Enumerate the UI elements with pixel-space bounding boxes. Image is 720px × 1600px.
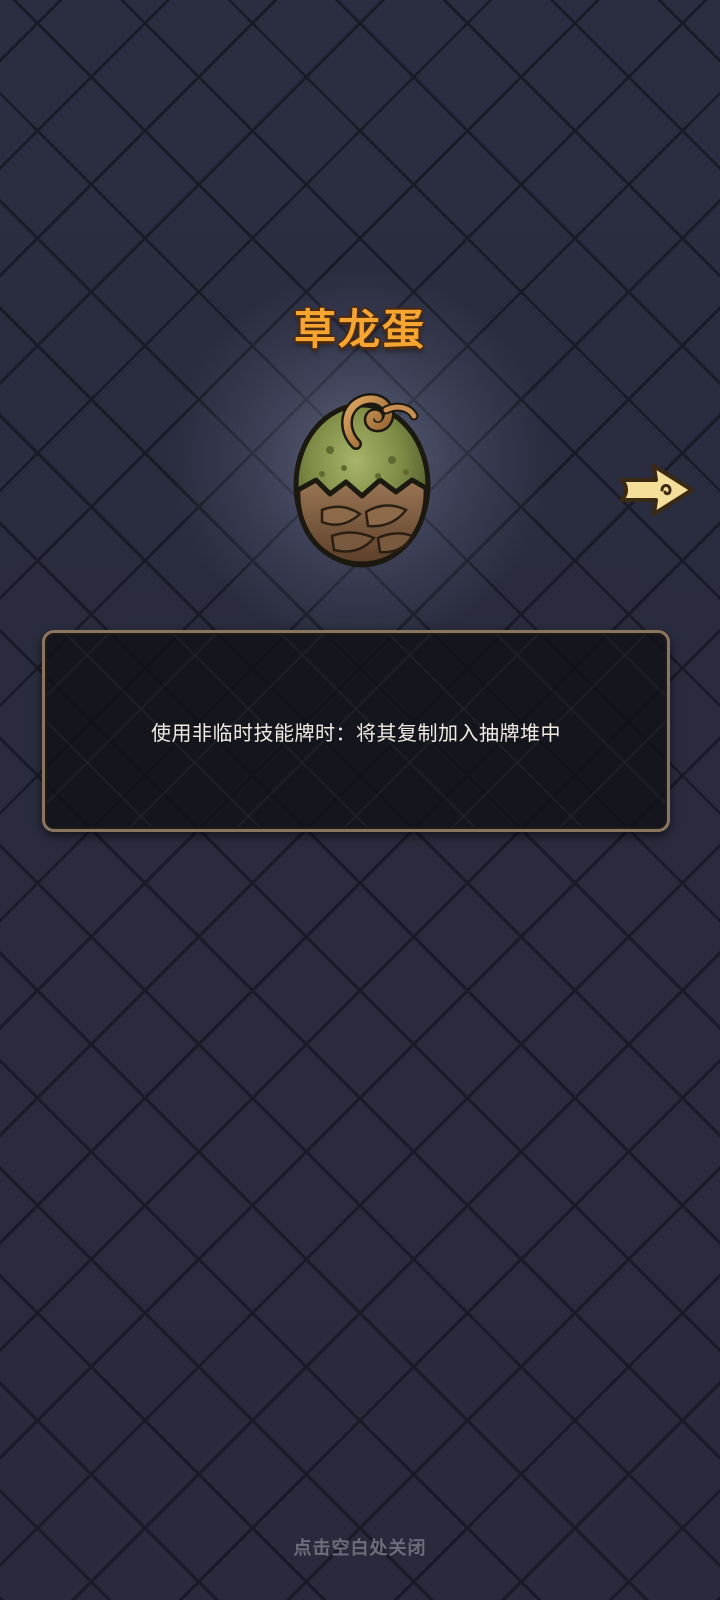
next-arrow-icon[interactable]: [618, 460, 698, 520]
item-description: 使用非临时技能牌时：将其复制加入抽牌堆中: [151, 721, 561, 745]
item-title: 草龙蛋: [293, 305, 426, 354]
description-panel: 使用非临时技能牌时：将其复制加入抽牌堆中: [42, 630, 670, 832]
close-hint: 点击空白处关闭: [293, 1538, 427, 1559]
grass-dragon-egg-icon: [293, 393, 431, 568]
